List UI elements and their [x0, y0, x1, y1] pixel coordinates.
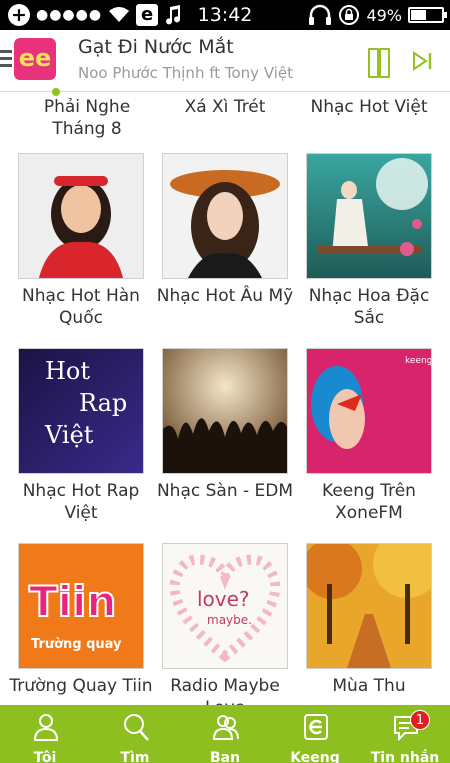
bottom-navigation: Tôi Tìm Bạn Keeng 1 Tin nhắn: [0, 705, 450, 763]
playlist-caption: Nhạc Sàn - EDM: [156, 481, 294, 501]
playlist-grid: Phải Nghe Tháng 8 Xá Xì Trét Nhạc Hot Vi…: [0, 93, 450, 705]
art-text: Việt: [44, 421, 94, 449]
art-text: keeng: [405, 356, 431, 366]
playlist-tile[interactable]: love? maybe. Radio Maybe Love: [153, 543, 297, 705]
playlist-caption: Nhạc Hot Hàn Quốc: [22, 286, 140, 328]
nav-label: Tôi: [33, 750, 57, 763]
nav-label: Keeng: [290, 750, 340, 763]
playlist-thumbnail[interactable]: [306, 543, 432, 669]
headphones-icon: [309, 4, 332, 25]
battery-icon: [408, 7, 447, 23]
unread-badge: 1: [410, 710, 430, 730]
playlist-tile[interactable]: Nhạc Sàn - EDM: [153, 348, 297, 502]
user-icon: [33, 714, 59, 741]
playlist-tile[interactable]: keeng Keeng Trên XoneFM: [297, 348, 441, 524]
now-playing-bar[interactable]: ee Gạt Đi Nước Mắt Noo Phước Thịnh ft To…: [0, 30, 450, 92]
rotation-lock-icon: [339, 5, 360, 25]
playlist-caption: Nhạc Hot Việt: [310, 97, 428, 117]
playlist-tile[interactable]: Mùa Thu: [297, 543, 441, 697]
playlist-caption: Nhạc Hot Âu Mỹ: [156, 286, 294, 306]
nav-tab-keeng[interactable]: Keeng: [270, 705, 360, 763]
friends-icon: [213, 715, 239, 740]
art-text: Trường quay: [31, 637, 122, 652]
art-text: maybe.: [207, 613, 252, 627]
playlist-caption: Trường Quay Tiin: [9, 676, 153, 696]
song-title: Gạt Đi Nước Mắt: [78, 36, 234, 58]
song-artist: Noo Phước Thịnh ft Tony Việt: [78, 64, 294, 82]
playlist-tile[interactable]: Nhạc Hoa Đặc Sắc: [297, 153, 441, 329]
nav-tab-search[interactable]: Tìm: [90, 705, 180, 763]
playlist-thumbnail[interactable]: [162, 348, 288, 474]
menu-icon[interactable]: [0, 50, 12, 70]
pause-button[interactable]: [368, 48, 390, 78]
playlist-caption: Xá Xì Trét: [184, 97, 266, 117]
playlist-caption: Nhạc Hot Rap Việt: [22, 481, 140, 523]
nav-label: Tin nhắn: [370, 750, 440, 763]
next-track-button[interactable]: [410, 49, 434, 73]
playlist-thumbnail[interactable]: keeng: [306, 348, 432, 474]
playlist-tile[interactable]: Nhạc Hot Âu Mỹ: [153, 153, 297, 307]
playlist-tile[interactable]: Hot Rap Việt Nhạc Hot Rap Việt: [9, 348, 153, 524]
status-bar: + ●●●●● e 13:42 49%: [0, 0, 450, 30]
playlist-tile[interactable]: Phải Nghe Tháng 8: [15, 93, 159, 140]
playlist-caption: Nhạc Hoa Đặc Sắc: [308, 286, 430, 328]
nav-label: Bạn: [209, 750, 241, 763]
playlist-caption: Radio Maybe Love: [170, 676, 280, 705]
nav-tab-friends[interactable]: Bạn: [180, 705, 270, 763]
art-text: Tiin: [29, 577, 116, 626]
playlist-tile[interactable]: Xá Xì Trét: [153, 93, 297, 118]
keeng-logo-icon: [304, 714, 328, 740]
search-icon: [124, 714, 149, 741]
playlist-caption: Phải Nghe Tháng 8: [43, 97, 131, 139]
art-text: Hot: [45, 357, 90, 385]
playlist-thumbnail[interactable]: love? maybe.: [162, 543, 288, 669]
art-text: Rap: [79, 389, 127, 417]
art-text: love?: [197, 587, 250, 611]
playlist-caption: Keeng Trên XoneFM: [322, 481, 416, 523]
playlist-tile[interactable]: Nhạc Hot Việt: [297, 93, 441, 118]
playlist-thumbnail[interactable]: Hot Rap Việt: [18, 348, 144, 474]
playlist-thumbnail[interactable]: [162, 153, 288, 279]
playlist-tile[interactable]: Nhạc Hot Hàn Quốc: [9, 153, 153, 329]
nav-tab-messages[interactable]: 1 Tin nhắn: [360, 705, 450, 763]
nav-label: Tìm: [120, 750, 150, 763]
playlist-thumbnail[interactable]: [18, 153, 144, 279]
playlist-tile[interactable]: Tiin Trường quay Trường Quay Tiin: [9, 543, 153, 697]
nav-tab-me[interactable]: Tôi: [0, 705, 90, 763]
app-logo[interactable]: ee: [14, 38, 56, 80]
playlist-thumbnail[interactable]: [306, 153, 432, 279]
battery-percent: 49%: [366, 5, 402, 25]
playlist-caption: Mùa Thu: [332, 676, 406, 696]
playlist-thumbnail[interactable]: Tiin Trường quay: [18, 543, 144, 669]
